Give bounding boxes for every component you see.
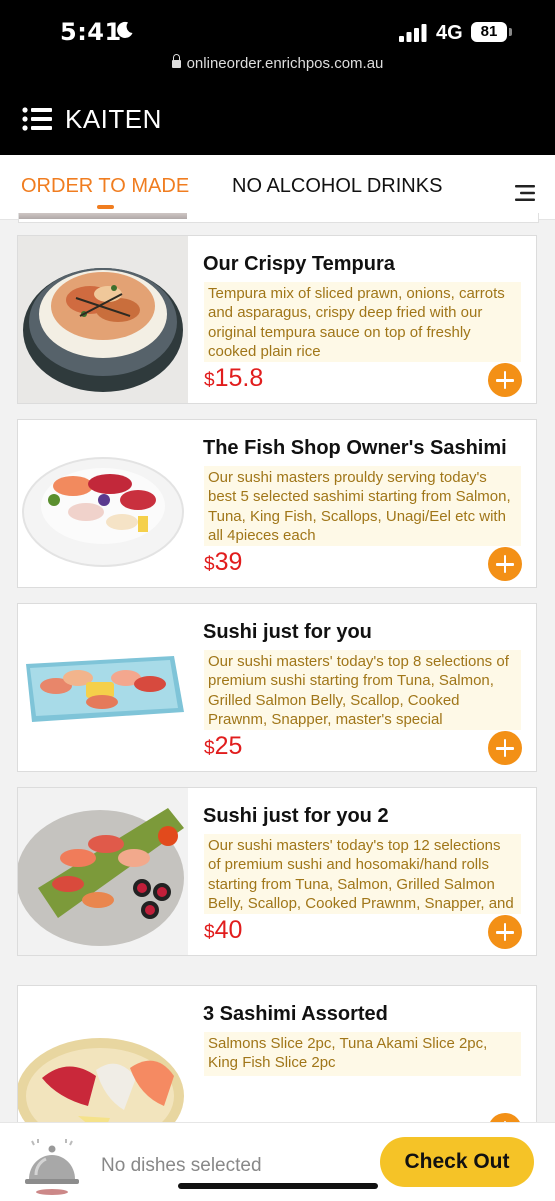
home-indicator: [178, 1183, 378, 1189]
price-value: 25: [214, 732, 243, 760]
previous-card-image: [19, 213, 187, 219]
category-tabs: ORDER TO MADE NO ALCOHOL DRINKS: [0, 155, 555, 220]
cart-empty-text: No dishes selected: [101, 1155, 262, 1176]
menu-item-card[interactable]: The Fish Shop Owner's Sashimi Our sushi …: [17, 419, 537, 588]
price-currency: $: [204, 738, 215, 759]
dish-name: The Fish Shop Owner's Sashimi: [203, 437, 507, 459]
dish-image-sashimi: [18, 420, 188, 587]
add-to-cart-button[interactable]: [488, 547, 522, 581]
dish-name: Sushi just for you: [203, 621, 372, 643]
dish-price: $39: [204, 548, 242, 577]
tab-no-alcohol-drinks[interactable]: NO ALCOHOL DRINKS: [232, 175, 442, 198]
menu-item-card[interactable]: Sushi just for you 2 Our sushi masters' …: [17, 787, 537, 956]
cart-bar: No dishes selected Check Out: [0, 1122, 555, 1201]
price-value: 15.8: [214, 364, 264, 392]
battery-indicator: 81: [471, 22, 507, 42]
signal-icon: [399, 24, 427, 42]
app-header: 5:41 4G 81 onlineorder.enrichpos.com.au …: [0, 0, 555, 155]
dish-description: Our sushi masters' today's top 12 select…: [204, 834, 521, 914]
hamburger-menu-icon[interactable]: [22, 107, 52, 131]
tab-order-to-made[interactable]: ORDER TO MADE: [21, 175, 189, 198]
address-bar[interactable]: onlineorder.enrichpos.com.au: [0, 54, 555, 72]
dish-name: 3 Sashimi Assorted: [203, 1003, 388, 1025]
menu-item-card[interactable]: Sushi just for you Our sushi masters' to…: [17, 603, 537, 772]
network-type: 4G: [436, 22, 463, 44]
add-to-cart-button[interactable]: [488, 363, 522, 397]
status-time: 5:41: [60, 18, 122, 46]
dish-price: $40: [204, 916, 242, 945]
dish-name: Sushi just for you 2: [203, 805, 389, 827]
price-value: 40: [214, 916, 243, 944]
checkout-button[interactable]: Check Out: [380, 1137, 534, 1187]
dish-description: Our sushi masters' today's top 8 selecti…: [204, 650, 521, 730]
moon-icon: [117, 21, 133, 38]
dish-image-sushi-2: [18, 788, 188, 955]
dish-price: $15.8: [204, 364, 263, 393]
price-value: 39: [214, 548, 243, 576]
dish-description: Our sushi masters prouldy serving today'…: [204, 466, 521, 546]
add-to-cart-button[interactable]: [488, 731, 522, 765]
menu-item-card[interactable]: Our Crispy Tempura Tempura mix of sliced…: [17, 235, 537, 404]
lock-icon: [171, 54, 181, 68]
dish-name: Our Crispy Tempura: [203, 253, 395, 275]
brand-title: KAITEN: [65, 104, 162, 134]
dish-image-sushi: [18, 604, 188, 771]
active-tab-indicator: [97, 205, 114, 209]
add-to-cart-button[interactable]: [488, 915, 522, 949]
price-currency: $: [204, 370, 215, 391]
battery-tip: [509, 28, 512, 36]
dish-image-tempura: [18, 236, 188, 403]
category-list-icon[interactable]: [515, 185, 535, 201]
price-currency: $: [204, 922, 215, 943]
dish-description: Tempura mix of sliced prawn, onions, car…: [204, 282, 521, 362]
dish-description: Salmons Slice 2pc, Tuna Akami Slice 2pc,…: [204, 1032, 521, 1076]
url-text: onlineorder.enrichpos.com.au: [186, 55, 384, 72]
dish-price: $25: [204, 732, 242, 761]
empty-cart-cloche-icon: [25, 1139, 79, 1195]
price-currency: $: [204, 554, 215, 575]
previous-card-peek: [18, 213, 539, 223]
